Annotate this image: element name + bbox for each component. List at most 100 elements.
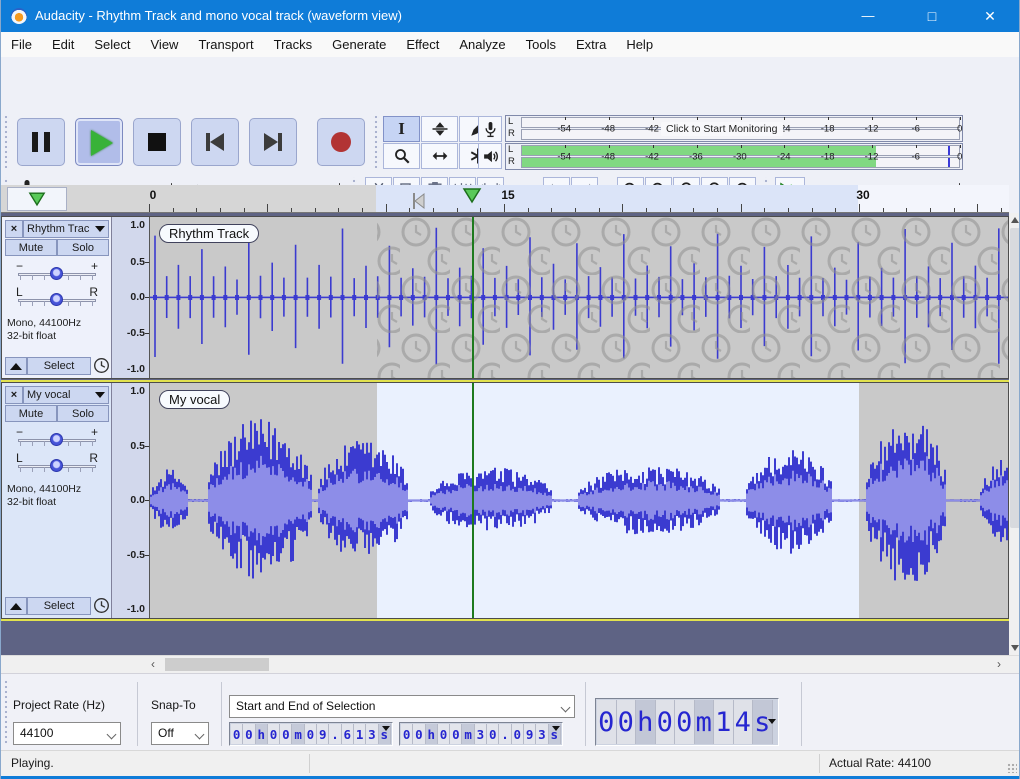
menu-edit[interactable]: Edit [42,32,84,57]
time-format-arrow[interactable] [768,719,776,724]
clip-label[interactable]: My vocal [159,390,231,409]
horizontal-scrollbar[interactable]: ‹ › [1,655,1019,673]
snap-to-select[interactable]: Off [151,722,209,745]
timeline-ruler[interactable]: 0 15 30 [1,185,1009,213]
zoom-tool-button[interactable] [383,143,420,169]
mute-button[interactable]: Mute [5,239,57,256]
track-gain-slider[interactable]: − + [16,425,98,447]
collapse-track-button[interactable] [5,357,27,375]
track-rhythm-vertical-ruler[interactable]: 1.0 0.5 0.0 -0.5 -1.0 [112,217,150,378]
time-digit[interactable]: 0 [437,724,451,744]
track-menu-button[interactable]: My vocal [23,386,109,404]
track-select-button[interactable]: Select [27,597,91,615]
time-digit[interactable]: 0 [413,724,426,744]
time-digit[interactable]: 3 [536,724,549,744]
scroll-right-arrow[interactable]: › [997,657,1001,671]
time-digit[interactable]: 0 [597,700,617,744]
play-meter-speaker-button[interactable] [478,143,502,169]
time-format-arrow[interactable] [382,726,390,731]
track-vocal-waveform[interactable]: My vocal [150,383,1008,618]
track-pan-slider[interactable]: LR [16,451,98,473]
menu-tools[interactable]: Tools [516,32,566,57]
track-vocal-vertical-ruler[interactable]: 1.0 0.5 0.0 -0.5 -1.0 [112,383,150,618]
minimize-button[interactable]: — [845,0,891,32]
record-meter-mic-button[interactable] [478,116,502,142]
time-digit[interactable]: 0 [487,724,500,744]
pause-button[interactable] [17,118,65,166]
horizontal-scroll-thumb[interactable] [165,658,269,671]
resize-grip[interactable] [1007,763,1017,773]
time-unit[interactable]: h [255,724,268,744]
time-unit[interactable]: m [292,724,305,744]
time-digit[interactable]: 0 [243,724,256,744]
time-digit[interactable]: 0 [450,724,463,744]
time-digit[interactable]: 0 [675,700,695,744]
time-unit[interactable]: m [694,700,714,744]
timeshift-tool-button[interactable] [421,143,458,169]
menu-transport[interactable]: Transport [188,32,263,57]
time-digit[interactable]: . [329,724,342,744]
time-digit[interactable]: 3 [366,724,379,744]
menu-select[interactable]: Select [84,32,140,57]
track-gain-slider[interactable]: − + [16,259,98,281]
scroll-left-arrow[interactable]: ‹ [151,657,155,671]
stop-button[interactable] [133,118,181,166]
time-digit[interactable]: 3 [474,724,488,744]
menu-tracks[interactable]: Tracks [264,32,323,57]
scroll-up-arrow[interactable] [1011,217,1019,223]
time-digit[interactable]: 0 [280,724,293,744]
time-unit[interactable]: h [636,700,656,744]
time-unit[interactable]: m [462,724,475,744]
time-digit[interactable]: 1 [714,700,734,744]
track-pan-slider[interactable]: LR [16,285,98,307]
time-digit[interactable]: . [499,724,512,744]
time-digit[interactable]: 1 [353,724,367,744]
track-select-button[interactable]: Select [27,357,91,375]
track-menu-button[interactable]: Rhythm Trac [23,220,109,238]
menu-analyze[interactable]: Analyze [449,32,515,57]
time-digit[interactable]: 4 [733,700,753,744]
time-digit[interactable]: 0 [231,724,244,744]
menu-help[interactable]: Help [616,32,663,57]
selection-tool-button[interactable]: I [383,116,420,142]
track-close-button[interactable]: × [5,386,23,404]
vertical-scrollbar[interactable] [1009,213,1019,655]
collapse-track-button[interactable] [5,597,27,615]
close-button[interactable]: ✕ [967,0,1013,32]
scroll-down-arrow[interactable] [1011,645,1019,651]
track-close-button[interactable]: × [5,220,23,238]
time-digit[interactable]: 9 [523,724,537,744]
time-digit[interactable]: 9 [317,724,330,744]
time-digit[interactable]: 6 [341,724,354,744]
solo-button[interactable]: Solo [57,405,109,422]
record-button[interactable] [317,118,365,166]
tools-toolbar-grip[interactable] [373,116,379,168]
selection-end-time[interactable]: 00h00m30.093s [399,722,563,746]
selection-toolbar-grip[interactable] [3,680,9,744]
menu-view[interactable]: View [141,32,189,57]
menu-effect[interactable]: Effect [396,32,449,57]
maximize-button[interactable]: □ [909,0,955,32]
playback-meter[interactable]: LR -54 -48 -42 -36 -30 -24 -18 -12 -6 0 [505,143,963,170]
time-unit[interactable]: h [425,724,438,744]
solo-button[interactable]: Solo [57,239,109,256]
time-digit[interactable]: 0 [304,724,318,744]
time-digit[interactable]: 0 [511,724,524,744]
skip-to-end-button[interactable] [249,118,297,166]
time-format-arrow[interactable] [552,726,560,731]
selection-start-time[interactable]: 00h00m09.613s [229,722,393,746]
vertical-scroll-thumb[interactable] [1010,228,1019,528]
skip-to-start-button[interactable] [191,118,239,166]
clip-label[interactable]: Rhythm Track [159,224,260,243]
menu-file[interactable]: File [1,32,42,57]
project-rate-select[interactable]: 44100 [13,722,121,745]
time-digit[interactable]: 0 [655,700,675,744]
time-digit[interactable]: 0 [267,724,281,744]
menu-extra[interactable]: Extra [566,32,616,57]
play-button[interactable] [75,118,123,166]
envelope-tool-button[interactable] [421,116,458,142]
time-digit[interactable]: 0 [616,700,636,744]
transport-toolbar-grip[interactable] [3,116,9,168]
menu-generate[interactable]: Generate [322,32,396,57]
selection-mode-select[interactable]: Start and End of Selection [229,695,575,718]
